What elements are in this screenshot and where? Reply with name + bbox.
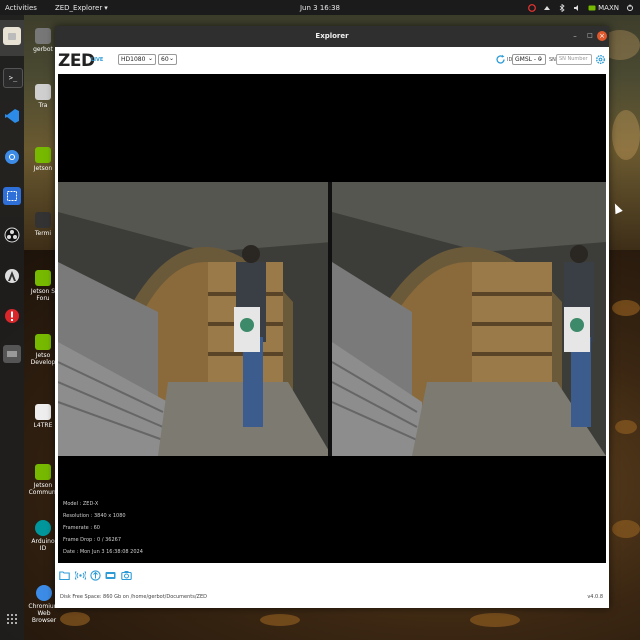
- nvidia-icon: [35, 464, 51, 480]
- minimize-button[interactable]: –: [570, 31, 580, 41]
- desktop-icon-label: L4TRE: [33, 422, 53, 429]
- info-model: Model : ZED-X: [63, 501, 99, 507]
- info-framerate: Framerate : 60: [63, 525, 100, 531]
- home-folder-icon: [35, 28, 51, 44]
- chevron-down-icon: ⌄: [168, 55, 174, 62]
- screenshot-tool-icon[interactable]: [3, 187, 21, 205]
- zed-logo: ZED: [58, 51, 95, 71]
- version-label: v4.0.8: [587, 594, 603, 600]
- desktop-icon-label: Jetso Develop: [30, 352, 56, 366]
- nvidia-icon: [35, 147, 51, 163]
- power-mode-label: MAXN: [598, 3, 619, 12]
- fps-value: 60: [161, 56, 169, 63]
- settings-gear-icon[interactable]: [595, 54, 606, 65]
- desktop-icon-label: Jetson: [33, 165, 53, 172]
- svo-record-icon[interactable]: [90, 570, 101, 581]
- chromium-icon[interactable]: [3, 148, 21, 166]
- network-icon[interactable]: [543, 4, 551, 12]
- video-record-icon[interactable]: [105, 570, 116, 581]
- maximize-button[interactable]: □: [585, 31, 595, 41]
- fps-select[interactable]: 60 ⌄: [158, 54, 177, 65]
- chromium-icon: [36, 585, 52, 601]
- snapshot-camera-icon[interactable]: [121, 570, 132, 581]
- bluetooth-icon[interactable]: [558, 3, 566, 12]
- volume-icon[interactable]: [573, 4, 581, 12]
- nvidia-icon: [35, 270, 51, 286]
- arduino-icon: [35, 520, 51, 536]
- refresh-icon[interactable]: [495, 54, 506, 65]
- bottom-bar: Disk Free Space: 860 Gb on /home/gerbot/…: [55, 566, 609, 608]
- clock[interactable]: Jun 3 16:38: [300, 4, 340, 12]
- desktop-icon-home[interactable]: gerbot: [28, 28, 58, 53]
- nvidia-icon: [588, 4, 596, 12]
- info-frame-drop: Frame Drop : 0 / 36267: [63, 537, 122, 543]
- desktop-icon-jetson[interactable]: Jetson: [28, 147, 58, 172]
- info-date: Date : Mon Jun 3 16:38:08 2024: [63, 549, 143, 555]
- right-camera-image: [332, 182, 606, 456]
- show-applications-icon[interactable]: [3, 610, 21, 628]
- app-menu-label: ZED_Explorer: [54, 3, 103, 12]
- chevron-down-icon: ⌄: [147, 55, 153, 62]
- zed-explorer-window: Explorer – □ × ZED LIVE HD1080 ⌄ 60 ⌄ ID…: [55, 26, 609, 608]
- desktop-icon-label: gerbot: [33, 46, 53, 53]
- power-mode-indicator[interactable]: MAXN: [588, 4, 619, 12]
- toolbar: ZED LIVE HD1080 ⌄ 60 ⌄ ID GMSL - 0 ⌄ SN …: [55, 47, 609, 73]
- vscode-icon[interactable]: [3, 107, 21, 125]
- dock: >_: [0, 15, 24, 640]
- resolution-select[interactable]: HD1080 ⌄: [118, 54, 156, 65]
- live-badge: LIVE: [91, 57, 104, 63]
- desktop-icon-terminal[interactable]: Termi: [28, 212, 58, 237]
- document-icon: [35, 404, 51, 420]
- chevron-down-icon: ▾: [104, 3, 108, 12]
- desktop-icon-developer[interactable]: Jetso Develop: [28, 334, 58, 366]
- window-titlebar[interactable]: Explorer – □ ×: [55, 26, 609, 47]
- resolution-value: HD1080: [121, 56, 146, 63]
- system-tray[interactable]: MAXN: [528, 3, 634, 12]
- desktop-icon-l4t[interactable]: L4TRE: [28, 404, 58, 429]
- desktop-icon-forum[interactable]: Jetson S Foru: [28, 270, 58, 302]
- nvidia-icon: [35, 334, 51, 350]
- desktop-icon-arduino[interactable]: Arduino ID: [28, 520, 58, 552]
- window-title: Explorer: [315, 32, 349, 40]
- close-button[interactable]: ×: [597, 31, 607, 41]
- camera-info-panel: Model : ZED-X Resolution : 3840 x 1080 F…: [63, 498, 143, 558]
- zed-explorer-dock-icon[interactable]: [3, 345, 21, 363]
- obs-icon[interactable]: [3, 226, 21, 244]
- folder-icon[interactable]: [59, 570, 70, 581]
- desktop-icon-label: Arduino ID: [31, 538, 55, 552]
- software-center-icon[interactable]: [3, 267, 21, 285]
- desktop-icon-label: Tra: [38, 102, 48, 109]
- terminal-icon: [35, 212, 51, 228]
- desktop-icon-label: Jetson Communi: [28, 482, 58, 496]
- error-report-icon[interactable]: [3, 307, 21, 325]
- chevron-down-icon: ⌄: [537, 55, 543, 62]
- trash-icon: [35, 84, 51, 100]
- desktop-icon-label: Termi: [34, 230, 52, 237]
- info-resolution: Resolution : 3840 x 1080: [63, 513, 126, 519]
- streaming-icon[interactable]: [74, 570, 87, 581]
- files-icon[interactable]: [3, 27, 21, 45]
- desktop-icon-community[interactable]: Jetson Communi: [28, 464, 58, 496]
- nvidia-settings-icon[interactable]: [528, 3, 537, 12]
- disk-space-status: Disk Free Space: 860 Gb on /home/gerbot/…: [60, 594, 207, 600]
- camera-viewer[interactable]: Model : ZED-X Resolution : 3840 x 1080 F…: [58, 74, 606, 563]
- system-menu-icon[interactable]: [626, 4, 634, 12]
- terminal-icon[interactable]: >_: [3, 68, 23, 88]
- sn-input[interactable]: SN Number: [556, 54, 592, 65]
- desktop-icon-label: Jetson S Foru: [30, 288, 56, 302]
- activities-button[interactable]: Activities: [5, 4, 37, 12]
- top-bar: Activities ZED_Explorer ▾ Jun 3 16:38 MA…: [0, 0, 640, 15]
- app-menu[interactable]: ZED_Explorer ▾: [55, 4, 108, 12]
- left-camera-image: [58, 182, 332, 456]
- id-select[interactable]: GMSL - 0 ⌄: [512, 54, 546, 65]
- desktop-icon-trash[interactable]: Tra: [28, 84, 58, 109]
- sn-label: SN: [549, 57, 556, 63]
